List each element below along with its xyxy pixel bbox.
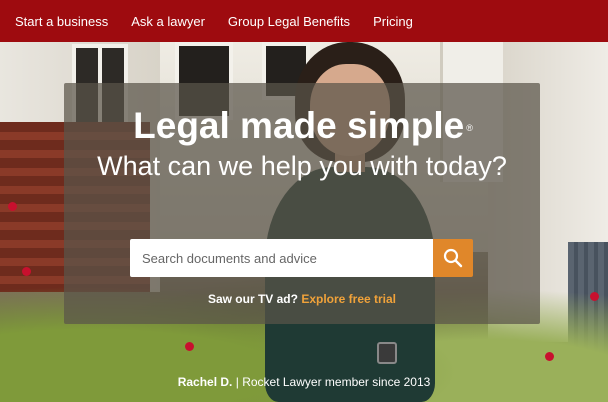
registered-mark: ® (466, 123, 473, 133)
caption-name: Rachel D. (177, 375, 233, 389)
nav-pricing[interactable]: Pricing (373, 14, 413, 29)
flower (22, 267, 31, 276)
flower (8, 202, 17, 211)
hero-headline: Legal made simple ® (64, 105, 540, 147)
search-button[interactable] (433, 239, 473, 277)
explore-free-trial-link[interactable]: Explore free trial (301, 292, 396, 306)
flower (185, 342, 194, 351)
search-icon (443, 248, 463, 268)
hero-subheadline: What can we help you with today? (97, 151, 507, 181)
flower (590, 292, 599, 301)
nav-group-legal-benefits[interactable]: Group Legal Benefits (228, 14, 350, 29)
headline-text: Legal made simple (133, 105, 465, 146)
nav-ask-a-lawyer[interactable]: Ask a lawyer (131, 14, 205, 29)
hero-search-panel: Legal made simple ® What can we help you … (64, 83, 540, 324)
caption-text: Rocket Lawyer member since 2013 (242, 375, 431, 389)
flower (545, 352, 554, 361)
photo-caption: Rachel D. | Rocket Lawyer member since 2… (0, 375, 608, 389)
search-input[interactable] (130, 239, 443, 277)
tv-ad-prompt: Saw our TV ad? (207, 292, 298, 306)
top-navigation: Start a business Ask a lawyer Group Lega… (0, 0, 608, 42)
caption-separator: | (235, 375, 239, 389)
wristwatch (377, 342, 397, 364)
tv-ad-line: Saw our TV ad? Explore free trial (64, 292, 540, 306)
nav-start-a-business[interactable]: Start a business (15, 14, 108, 29)
